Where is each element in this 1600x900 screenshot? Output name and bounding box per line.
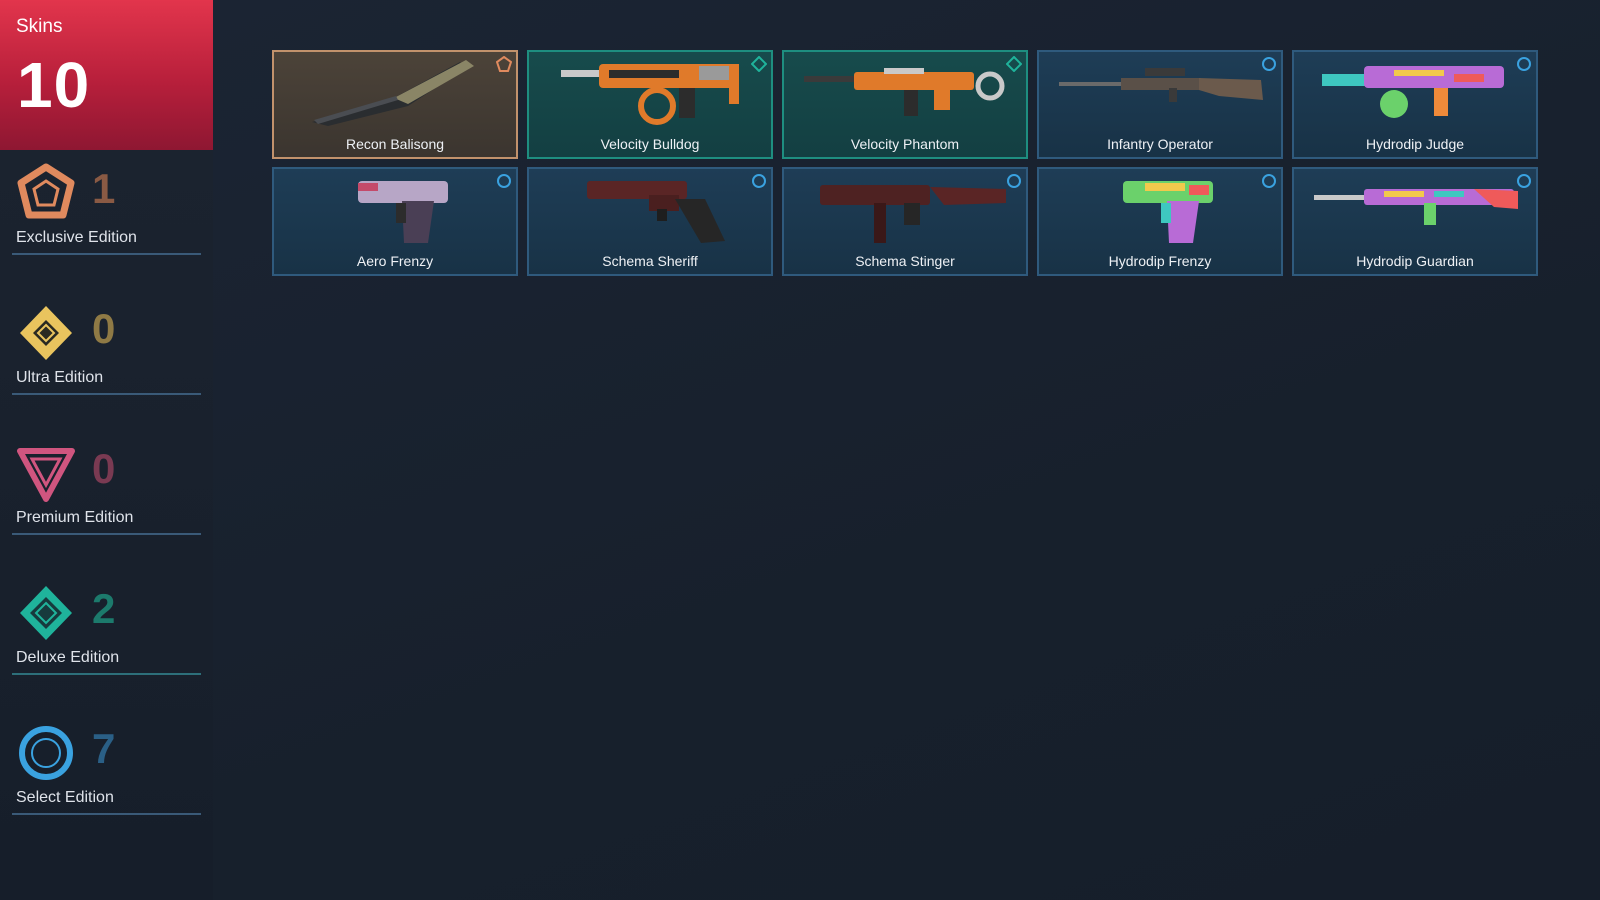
skin-name: Infantry Operator [1107, 136, 1213, 152]
skins-title: Skins [16, 16, 63, 37]
tier-divider [12, 253, 201, 255]
skins-total-panel: Skins 10 [0, 0, 213, 150]
select-badge-icon [1517, 57, 1531, 71]
tier-count: 2 [92, 585, 116, 632]
exclusive-badge-icon [496, 56, 512, 72]
skin-name: Velocity Phantom [850, 136, 960, 152]
skins-grid: Recon Balisong Velocity Bulldog Velocity… [272, 50, 1538, 276]
knife-icon [312, 60, 474, 126]
select-badge-icon [1007, 174, 1021, 188]
skin-card[interactable]: Velocity Phantom [782, 50, 1028, 159]
skins-main-area: Recon Balisong Velocity Bulldog Velocity… [213, 0, 1600, 900]
tier-divider [12, 673, 201, 675]
select-badge-icon [752, 174, 766, 188]
skin-card[interactable]: Aero Frenzy [272, 167, 518, 276]
tier-exclusive[interactable]: 1 Exclusive Edition [0, 163, 213, 263]
skin-card[interactable]: Hydrodip Guardian [1292, 167, 1538, 276]
select-badge-icon [1262, 57, 1276, 71]
exclusive-edition-icon [17, 163, 75, 219]
select-badge-icon [497, 174, 511, 188]
skin-card[interactable]: Velocity Bulldog [527, 50, 773, 159]
skins-total-count: 10 [17, 49, 91, 121]
sidebar: Skins 10 1 Exclusive Edition 0 Ultra Edi… [0, 0, 213, 900]
tier-count: 0 [92, 445, 116, 492]
skin-name: Schema Stinger [855, 253, 955, 269]
pistol-icon [1123, 181, 1213, 243]
skin-name: Aero Frenzy [356, 253, 434, 269]
tier-label: Deluxe Edition [16, 649, 120, 666]
skin-card[interactable]: Schema Stinger [782, 167, 1028, 276]
skin-name: Hydrodip Guardian [1356, 253, 1474, 269]
tier-count: 1 [92, 165, 116, 212]
deluxe-badge-icon [1006, 56, 1022, 72]
tier-label: Premium Edition [16, 509, 134, 526]
rifle-icon [561, 64, 739, 125]
premium-edition-icon [17, 448, 75, 502]
select-badge-icon [1262, 174, 1276, 188]
skin-name: Schema Sheriff [602, 253, 698, 269]
tier-divider [12, 393, 201, 395]
pistol-icon [358, 181, 448, 243]
tier-ultra[interactable]: 0 Ultra Edition [0, 303, 213, 403]
tier-label: Ultra Edition [16, 369, 104, 386]
tier-label: Exclusive Edition [16, 229, 137, 246]
tier-count: 7 [92, 725, 116, 772]
tier-divider [12, 533, 201, 535]
skin-card[interactable]: Hydrodip Judge [1292, 50, 1538, 159]
smg-icon [820, 185, 1006, 243]
sniper-icon [1059, 68, 1263, 102]
select-badge-icon [1517, 174, 1531, 188]
tier-label: Select Edition [16, 789, 114, 806]
tier-premium[interactable]: 0 Premium Edition [0, 443, 213, 543]
skin-name: Hydrodip Frenzy [1108, 253, 1212, 269]
ultra-edition-icon [20, 306, 72, 360]
shotgun-icon [1322, 66, 1504, 118]
tier-deluxe[interactable]: 2 Deluxe Edition [0, 583, 213, 683]
skin-card[interactable]: Recon Balisong [272, 50, 518, 159]
deluxe-edition-icon [20, 586, 72, 640]
rifle-icon [1314, 189, 1518, 225]
skin-name: Recon Balisong [345, 136, 445, 152]
select-edition-icon [19, 726, 73, 780]
tier-select[interactable]: 7 Select Edition [0, 723, 213, 823]
skin-card[interactable]: Schema Sheriff [527, 167, 773, 276]
revolver-icon [587, 181, 725, 243]
deluxe-badge-icon [751, 56, 767, 72]
skin-card[interactable]: Infantry Operator [1037, 50, 1283, 159]
skin-name: Hydrodip Judge [1365, 136, 1465, 152]
tier-divider [12, 813, 201, 815]
tier-count: 0 [92, 305, 116, 352]
skin-card[interactable]: Hydrodip Frenzy [1037, 167, 1283, 276]
rifle-icon [804, 68, 1005, 116]
skin-name: Velocity Bulldog [600, 136, 700, 152]
